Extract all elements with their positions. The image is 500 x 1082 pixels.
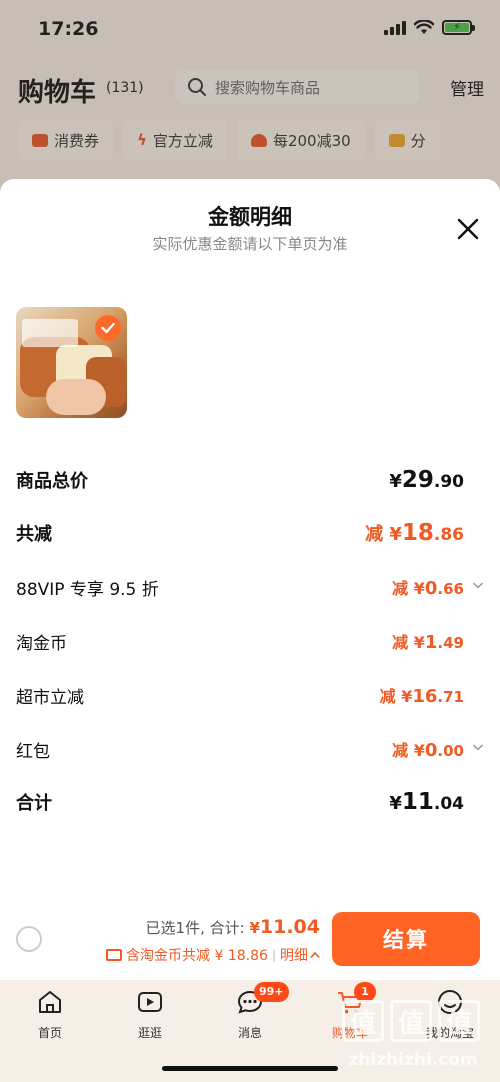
select-all-radio[interactable]	[16, 926, 42, 952]
home-icon	[39, 991, 61, 1013]
home-indicator	[162, 1066, 338, 1071]
message-badge: 99+	[254, 982, 289, 1002]
coin-discount-text: 含淘金币共减 ¥ 18.86	[126, 948, 268, 964]
chevron-up-icon	[310, 951, 320, 959]
selection-text: 已选1件, 合计:	[145, 919, 245, 937]
row-label: 商品总价	[16, 471, 88, 492]
row-value: 减 ¥18.86	[365, 520, 464, 546]
selected-check-icon	[95, 315, 121, 341]
tab-explore[interactable]: 逛逛	[100, 988, 200, 1048]
row-supermarket-reduction: 超市立减 减 ¥16.71	[16, 683, 484, 717]
product-thumbnail[interactable]	[16, 307, 127, 418]
row-value: 减 ¥1.49	[392, 632, 464, 653]
tab-label: 消息	[237, 1026, 262, 1040]
row-value: 减 ¥16.71	[379, 686, 464, 707]
row-grand-total: 合计 ¥11.04	[16, 789, 484, 823]
watermark-text: zhizhizhi.com	[348, 1050, 478, 1070]
row-label: 88VIP 专享 9.5 折	[16, 580, 159, 600]
tab-label: 逛逛	[137, 1026, 162, 1040]
sheet-title: 金额明细	[208, 205, 292, 229]
amount-detail-sheet: 金额明细 实际优惠金额请以下单页为准 商品总价 ¥29.90 共减 减 ¥18.…	[0, 179, 500, 980]
row-88vip-discount[interactable]: 88VIP 专享 9.5 折 减 ¥0.66	[16, 575, 484, 609]
cart-badge: 1	[354, 982, 376, 1002]
row-value: 减 ¥0.00	[392, 740, 464, 761]
row-value: ¥29.90	[389, 467, 464, 493]
row-label: 合计	[16, 793, 52, 814]
tab-label: 首页	[37, 1026, 62, 1040]
chevron-down-icon[interactable]	[472, 579, 484, 591]
row-label: 超市立减	[16, 688, 84, 708]
detail-label: 明细	[280, 948, 308, 964]
row-total-reduction: 共减 减 ¥18.86	[16, 520, 484, 554]
checkout-bar: 已选1件, 合计: ¥11.04 含淘金币共减 ¥ 18.86 | 明细 结算	[0, 908, 500, 980]
tab-messages[interactable]: 99+ 消息	[200, 982, 300, 1048]
row-label: 红包	[16, 742, 50, 762]
tab-home[interactable]: 首页	[0, 988, 100, 1048]
coin-discount-line: 含淘金币共减 ¥ 18.86 | 明细	[106, 945, 320, 965]
video-icon	[138, 992, 162, 1012]
row-red-packet[interactable]: 红包 减 ¥0.00	[16, 737, 484, 771]
row-label: 淘金币	[16, 634, 67, 654]
close-icon[interactable]	[456, 217, 480, 241]
sheet-subtitle: 实际优惠金额请以下单页为准	[152, 235, 348, 253]
coupon-icon	[106, 949, 123, 961]
selection-total: ¥11.04	[249, 916, 320, 938]
row-label: 共减	[16, 524, 52, 545]
divider: |	[271, 948, 276, 962]
detail-toggle[interactable]: 明细	[280, 945, 320, 965]
row-value: ¥11.04	[389, 789, 464, 815]
row-value: 减 ¥0.66	[392, 578, 464, 599]
selection-summary: 已选1件, 合计: ¥11.04	[146, 916, 320, 938]
row-total-price: 商品总价 ¥29.90	[16, 467, 484, 501]
checkout-button[interactable]: 结算	[332, 912, 480, 966]
watermark: 值 值 值 zhizhizhi.com	[338, 1000, 488, 1078]
chevron-down-icon[interactable]	[472, 741, 484, 753]
row-taojinbi: 淘金币 减 ¥1.49	[16, 629, 484, 663]
